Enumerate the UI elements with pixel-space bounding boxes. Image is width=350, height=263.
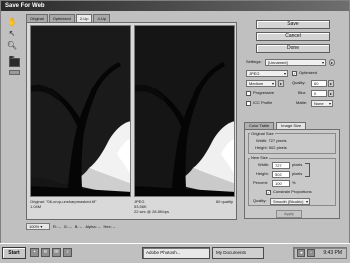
task-adobe-photoshop[interactable]: Adobe Photosh... [142,247,210,259]
zoom-tool-icon[interactable]: 🔍︎ [6,40,18,50]
compression-quality-select[interactable]: Medium [246,80,276,87]
tab-optimized[interactable]: Optimized [48,14,75,22]
tab-original[interactable]: Original [26,14,48,22]
view-tabs: Original Optimized 2-Up 4-Up [26,14,111,22]
alpha-readout: Alpha: -- [85,223,101,229]
eyedropper-color-swatch[interactable] [9,58,20,67]
start-button[interactable]: Start [2,247,26,259]
constrain-link-icon [305,163,310,177]
new-width-unit: pixels [292,162,303,167]
icc-profile-checkbox[interactable] [246,101,251,106]
percent-label: Percent: [253,180,268,185]
window-title: Save For Web [5,3,45,9]
new-height-unit: pixels [292,171,303,176]
media-icon[interactable]: ♪ [63,248,72,257]
settings-preset-select[interactable]: [Unnamed] [265,59,326,66]
progressive-checkbox[interactable] [246,91,251,96]
percent-input[interactable]: 100 [272,180,290,187]
icc-profile-label: ICC Profile [253,100,273,105]
hand-tool-icon[interactable]: ✋ [6,16,18,26]
cancel-button[interactable]: Cancel [256,32,330,41]
apply-button[interactable]: Apply [276,210,302,218]
optimized-caption: JPEG 60 quality 53.56K 22 sec @ 28.8Kbps [134,199,235,218]
compression-arrow-icon[interactable]: ▸ [278,80,284,87]
optimized-checkbox[interactable]: ✓ [292,71,297,76]
settings-label: Settings: [246,59,262,64]
quality-input[interactable]: 60 [311,80,327,87]
original-height: Height: 502 pixels [255,145,287,150]
done-button[interactable]: Done [256,44,330,53]
title-bar[interactable]: Save For Web [1,1,349,11]
original-image-pane[interactable] [30,25,131,197]
new-height-label: Height: [256,171,269,176]
optimized-label: Optimized [299,70,318,75]
matte-select[interactable]: None [311,100,333,107]
blue-readout: B: -- [74,223,83,229]
tab-2-up[interactable]: 2-Up [75,14,93,22]
matte-label: Matte: [296,100,308,105]
volume-icon[interactable]: ◂ [297,249,305,257]
zoom-level-select[interactable]: 100% ▾ [26,222,50,230]
original-filesize: 1.04M [30,204,42,209]
outlook-icon[interactable]: ✉ [52,248,61,257]
green-readout: G: -- [63,223,72,229]
resample-quality-select[interactable]: Smooth (Bicubic) [270,198,310,205]
panel-tabs: Color Table Image Size [244,122,307,129]
tree-silhouette-image [31,26,130,196]
new-size-title: New Size [250,155,269,161]
constrain-proportions-label: Constrain Proportions [273,189,312,194]
blur-slider-arrow-icon[interactable]: ▸ [328,90,334,97]
settings-menu-icon[interactable]: ▸ [329,59,335,66]
quality-slider-arrow-icon[interactable]: ▸ [328,80,334,87]
percent-unit: % [292,180,296,185]
progressive-label: Progressive [253,90,275,95]
preview-area: Original: "06-crop-unsharpmasked.tif" 1.… [26,22,237,220]
slice-select-tool-icon[interactable]: ↖ [6,28,18,38]
format-select[interactable]: JPEG [246,70,288,77]
blur-input[interactable]: 0 [311,90,327,97]
preview-status-bar: 100% ▾ R: -- G: -- B: -- Alpha: -- Hex: … [26,221,237,231]
original-width: Width: 727 pixels [256,138,287,143]
original-caption: Original: "06-crop-unsharpmasked.tif" 1.… [30,199,131,218]
new-width-input[interactable]: 727 [272,162,290,169]
original-size-title: Original Size [250,131,275,137]
new-width-label: Width: [258,162,270,167]
taskbar: Start ▪ e ✉ ♪ Adobe Photosh... My Docume… [0,243,350,263]
quality-label: Quality: [292,80,306,85]
clock: 9:43 PM [323,250,342,256]
task-my-documents[interactable]: My Documents [212,247,264,259]
tree-silhouette-image-optimized [135,26,234,196]
optimized-image-pane[interactable] [134,25,235,197]
tab-4-up[interactable]: 4-Up [93,14,111,22]
hex-readout: Hex: -- [103,223,116,229]
network-icon[interactable]: ▫ [307,249,315,257]
system-tray: ◂ ▫ 9:43 PM [293,247,347,259]
desktop-icon[interactable]: ▪ [30,248,39,257]
optimized-download-time: 22 sec @ 28.8Kbps [134,209,169,214]
tab-color-table[interactable]: Color Table [244,122,275,129]
browser-icon[interactable]: e [41,248,50,257]
slice-visibility-toggle[interactable] [9,70,20,75]
save-button[interactable]: Save [256,20,330,29]
red-readout: R: -- [53,223,61,229]
new-height-input[interactable]: 502 [272,171,290,178]
tab-image-size[interactable]: Image Size [276,122,307,129]
constrain-proportions-checkbox[interactable]: ✓ [266,190,271,195]
blur-label: Blur: [298,90,307,95]
resample-quality-label: Quality: [253,198,267,203]
